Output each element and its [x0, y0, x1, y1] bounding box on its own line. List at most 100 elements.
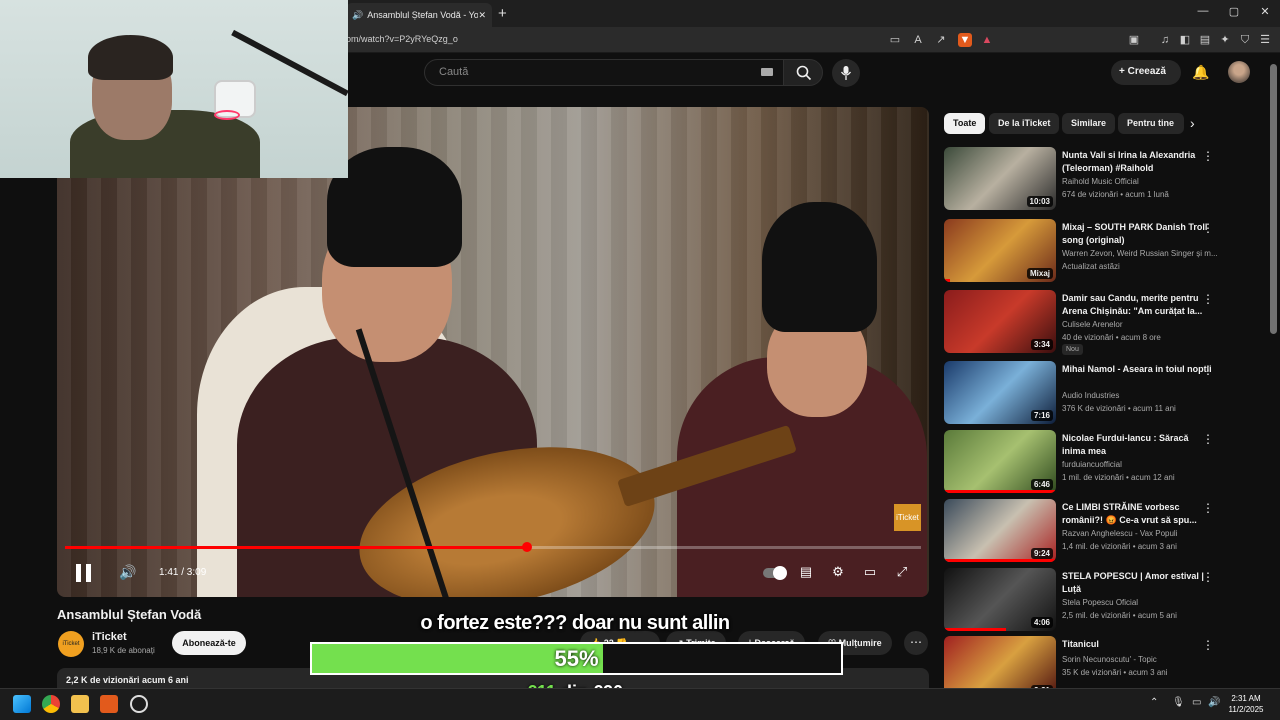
- channel-name[interactable]: iTicket: [92, 631, 127, 643]
- new-tab-button[interactable]: +: [498, 5, 507, 22]
- chip-from-channel[interactable]: De la iTicket: [989, 113, 1060, 134]
- tray-chevron-icon[interactable]: ⌃: [1150, 697, 1158, 708]
- more-actions-button[interactable]: ⋯: [904, 631, 928, 655]
- voice-search-button[interactable]: [832, 59, 860, 87]
- recommendation-channel[interactable]: Stela Popescu Oficial: [1062, 598, 1217, 607]
- recommendation-item[interactable]: 4:06 STELA POPESCU | Amor estival | Luță S…: [944, 568, 1262, 634]
- search-input[interactable]: Caută: [424, 59, 784, 86]
- recommendation-title[interactable]: Mixaj – SOUTH PARK Danish Troll song (or…: [1062, 221, 1212, 247]
- chrome-icon[interactable]: [42, 695, 60, 713]
- cast-icon[interactable]: ▭: [888, 33, 902, 47]
- brave-rewards-icon[interactable]: ▲: [980, 33, 994, 47]
- recommendation-channel[interactable]: Raihold Music Official: [1062, 177, 1217, 186]
- watched-progress: [944, 279, 950, 282]
- translate-icon[interactable]: A: [911, 33, 925, 47]
- kebab-icon[interactable]: ⋮: [1202, 638, 1214, 652]
- tray-mic-icon[interactable]: 🎙: [1172, 697, 1185, 708]
- wallet-icon[interactable]: ▤: [1198, 33, 1212, 47]
- leo-ai-icon[interactable]: ✦: [1218, 33, 1232, 47]
- recommendation-title[interactable]: STELA POPESCU | Amor estival | Luță: [1062, 570, 1212, 596]
- keyboard-icon[interactable]: [761, 68, 773, 76]
- kebab-icon[interactable]: ⋮: [1202, 570, 1214, 584]
- channel-avatar[interactable]: iTicket: [58, 631, 84, 657]
- taskbar: [0, 688, 1280, 720]
- tray-network-icon[interactable]: ▭: [1192, 697, 1201, 708]
- recommendation-item[interactable]: 3:34 Damir sau Candu, merite pentru Arena…: [944, 290, 1262, 356]
- recommendation-thumbnail[interactable]: 4:06: [944, 568, 1056, 631]
- minimize-button[interactable]: —: [1188, 5, 1218, 17]
- pause-icon[interactable]: [76, 564, 92, 582]
- recommendation-channel[interactable]: Warren Zevon, Weird Russian Singer și m.…: [1062, 249, 1217, 258]
- kebab-icon[interactable]: ⋮: [1202, 432, 1214, 446]
- obs-icon[interactable]: [130, 695, 148, 713]
- recommendation-thumbnail[interactable]: Mixaj: [944, 219, 1056, 282]
- share-page-icon[interactable]: ↗: [934, 33, 948, 47]
- progress-bar[interactable]: [65, 542, 921, 552]
- recommendation-title[interactable]: Mihai Namol - Aseara in toiul noptii: [1062, 363, 1212, 376]
- recommendation-thumbnail[interactable]: 9:24: [944, 499, 1056, 562]
- plus-icon: +: [1119, 66, 1125, 77]
- settings-icon[interactable]: ⚙: [829, 564, 847, 580]
- vpn-shield-icon[interactable]: ⛉: [1238, 33, 1252, 47]
- account-avatar[interactable]: [1228, 61, 1250, 83]
- recommendation-channel[interactable]: Audio Industries: [1062, 391, 1217, 400]
- recommendation-title[interactable]: Titanicul: [1062, 638, 1212, 651]
- chevron-right-icon[interactable]: ›: [1190, 115, 1195, 131]
- recommendation-title[interactable]: Damir sau Candu, merite pentru Arena Chi…: [1062, 292, 1212, 318]
- close-window-button[interactable]: ✕: [1250, 5, 1280, 18]
- kebab-icon[interactable]: ⋮: [1202, 363, 1214, 377]
- recommendation-item[interactable]: 7:16 Mihai Namol - Aseara in toiul noptii…: [944, 361, 1262, 427]
- brave-shield-icon[interactable]: ▼: [958, 33, 972, 47]
- subscribe-button[interactable]: Abonează-te: [172, 631, 246, 655]
- kebab-icon[interactable]: ⋮: [1202, 221, 1214, 235]
- tab-close-icon[interactable]: ✕: [478, 10, 486, 21]
- recommendation-channel[interactable]: Razvan Anghelescu - Vax Populi: [1062, 529, 1217, 538]
- windows-start-icon[interactable]: [13, 695, 31, 713]
- kebab-icon[interactable]: ⋮: [1202, 292, 1214, 306]
- page-scrollbar[interactable]: [1270, 64, 1277, 334]
- recommendation-thumbnail[interactable]: 7:16: [944, 361, 1056, 424]
- recommendation-channel[interactable]: furduiancuofficial: [1062, 460, 1217, 469]
- search-button[interactable]: [783, 59, 823, 86]
- recommendation-title[interactable]: Ce LIMBI STRĂINE vorbesc românii?! 😡 Ce-…: [1062, 501, 1212, 527]
- taskbar-time: 2:31 AM: [1231, 694, 1261, 703]
- recommendation-title[interactable]: Nicolae Furdui-Iancu : Săracă inima mea: [1062, 432, 1212, 458]
- maximize-button[interactable]: ▢: [1219, 5, 1249, 18]
- autoplay-toggle[interactable]: [763, 566, 787, 580]
- file-explorer-icon[interactable]: [71, 695, 89, 713]
- recommendation-meta: Actualizat astăzi: [1062, 262, 1120, 271]
- recommendation-item[interactable]: 6:46 Nicolae Furdui-Iancu : Săracă inima …: [944, 430, 1262, 496]
- kebab-icon[interactable]: ⋮: [1202, 501, 1214, 515]
- recommendation-thumbnail[interactable]: 3:34: [944, 290, 1056, 353]
- speaker-icon[interactable]: 🔊: [352, 10, 363, 21]
- recommendation-thumbnail[interactable]: 6:46: [944, 430, 1056, 493]
- recommendation-item[interactable]: 10:03 Nunta Vali si Irina la Alexandria (…: [944, 147, 1262, 213]
- channel-watermark[interactable]: iTicket: [894, 504, 921, 531]
- sidebar-panel-icon[interactable]: ▣: [1127, 33, 1141, 47]
- fullscreen-icon[interactable]: ⤢: [893, 564, 911, 580]
- recommendation-channel[interactable]: Culisele Arenelor: [1062, 320, 1217, 329]
- recommendation-thumbnail[interactable]: 10:03: [944, 147, 1056, 210]
- url-text[interactable]: om/watch?v=P2yRYeQzg_o: [346, 34, 458, 44]
- create-button[interactable]: + Creează: [1111, 60, 1181, 85]
- recommendation-item[interactable]: 9:24 Ce LIMBI STRĂINE vorbesc românii?! 😡…: [944, 499, 1262, 565]
- browser-tab-active[interactable]: 🔊 Ansamblul Ștefan Vodă - You ✕: [346, 3, 492, 27]
- chip-for-you[interactable]: Pentru tine: [1118, 113, 1184, 134]
- video-player[interactable]: iTicket 🔊 1:41 / 3:09 ▤ ⚙ ▭ ⤢: [57, 107, 929, 597]
- chip-all[interactable]: Toate: [944, 113, 986, 134]
- browser-menu-icon[interactable]: ☰: [1258, 33, 1272, 47]
- bell-icon[interactable]: 🔔: [1192, 64, 1209, 81]
- subtitles-icon[interactable]: ▤: [797, 564, 815, 580]
- volume-icon[interactable]: 🔊: [119, 564, 136, 581]
- brave-icon[interactable]: [100, 695, 118, 713]
- tray-volume-icon[interactable]: 🔊: [1208, 697, 1220, 708]
- split-view-icon[interactable]: ◧: [1178, 33, 1192, 47]
- taskbar-clock[interactable]: 2:31 AM 11/2/2025: [1226, 693, 1266, 715]
- recommendation-channel[interactable]: Sorin Necunoscutu' - Topic: [1062, 655, 1217, 664]
- music-icon[interactable]: ♫: [1158, 33, 1172, 47]
- kebab-icon[interactable]: ⋮: [1202, 149, 1214, 163]
- recommendation-title[interactable]: Nunta Vali si Irina la Alexandria (Teleo…: [1062, 149, 1212, 175]
- chip-related[interactable]: Similare: [1062, 113, 1116, 134]
- theater-mode-icon[interactable]: ▭: [861, 564, 879, 580]
- recommendation-item[interactable]: Mixaj Mixaj – SOUTH PARK Danish Troll son…: [944, 219, 1262, 285]
